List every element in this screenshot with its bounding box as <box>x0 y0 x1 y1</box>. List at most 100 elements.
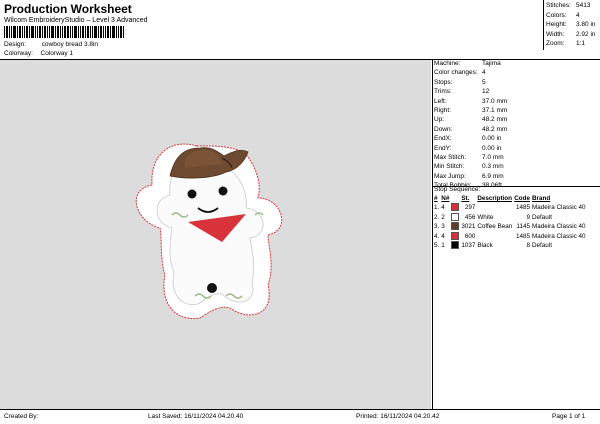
footer-rule <box>0 409 600 410</box>
stat-row: Colors: 4 <box>544 11 600 21</box>
color-swatch <box>451 241 461 251</box>
stop-needle: 4 <box>441 232 445 240</box>
col-description: Description <box>477 195 512 202</box>
colorway-row: Colorway: Colorway 1 <box>4 50 73 57</box>
machine-info-row: Trims: 12 <box>434 87 600 96</box>
stop-description <box>477 203 514 213</box>
machine-info-label: EndY: <box>434 144 452 152</box>
stat-value: 3.80 in <box>576 21 596 28</box>
barcode-bar <box>13 26 16 38</box>
stop-needle: 3 <box>441 223 445 230</box>
stop-brand: Default <box>532 213 552 221</box>
barcode-bar <box>51 26 54 38</box>
col-brand: Brand <box>532 195 551 202</box>
stop-brand: Madeira Classic 40 <box>532 204 586 211</box>
col-code: Code <box>514 195 530 202</box>
col-needle: N# <box>441 195 450 202</box>
stop-code: 1485 <box>515 204 530 211</box>
stop-description <box>477 232 514 242</box>
machine-info-row: Down: 48.2 mm <box>434 125 600 134</box>
barcode-bar <box>62 26 63 38</box>
stop-row: 2. 2 456 White 9 Default <box>434 212 588 223</box>
machine-info-value: 0.00 in <box>482 144 502 152</box>
machine-info-value: 6.9 mm <box>482 172 504 180</box>
col-stitches: St. <box>461 195 470 202</box>
stop-sequence-heading: Stop Sequence: <box>434 186 481 193</box>
barcode-bar <box>57 26 59 38</box>
stop-sequence-header: # N# St. Description Code Brand <box>434 194 588 203</box>
page-number: Page 1 of 1 <box>552 413 586 420</box>
stat-row: Zoom: 1:1 <box>544 39 600 49</box>
machine-info-value: 48.2 mm <box>482 116 508 124</box>
created-by: Created By: <box>4 413 39 420</box>
machine-info-value: 37.1 mm <box>482 107 508 115</box>
barcode-bar <box>80 26 81 38</box>
stop-needle: 1 <box>441 242 445 249</box>
machine-info-row: EndY: 0.00 in <box>434 144 600 153</box>
machine-info-value: 0.3 mm <box>482 163 504 171</box>
machine-info-value: 48.2 mm <box>482 125 508 133</box>
color-swatch <box>451 231 461 242</box>
stat-value: 4 <box>576 11 580 19</box>
barcode-bar <box>78 26 79 38</box>
stop-description: Black <box>477 242 493 249</box>
colorway-label: Colorway: <box>4 50 33 57</box>
stop-index: 1. <box>434 204 440 211</box>
barcode-bar <box>105 26 106 38</box>
machine-info-label: Up: <box>434 116 445 124</box>
machine-info-panel: Machine: Tajima Color changes: 4 Stops: 5 Trim… <box>434 59 600 191</box>
stop-row: 5. 1 1037 Black 8 Default <box>434 241 588 251</box>
stop-stitches: 297 <box>464 204 476 211</box>
stat-label: Width: <box>546 30 565 38</box>
barcode-bar <box>123 26 124 38</box>
machine-info-label: Max Stitch: <box>434 154 467 162</box>
machine-info-label: Min Stitch: <box>434 163 465 171</box>
barcode-bar <box>100 26 102 38</box>
software-subtitle: Wilcom EmbroideryStudio – Level 3 Advanc… <box>4 17 148 24</box>
machine-info-row: Up: 48.2 mm <box>434 115 600 124</box>
col-swatch <box>451 194 461 203</box>
barcode-bar <box>6 26 8 38</box>
stat-label: Stitches: <box>546 2 571 9</box>
stop-code: 9 <box>526 213 530 221</box>
barcode-bar <box>9 26 10 38</box>
design-name: cowboy bread 3.8in <box>41 41 99 48</box>
stop-index: 3. <box>434 223 440 230</box>
barcode-bar <box>44 26 46 38</box>
colorway-name: Colorway 1 <box>40 50 74 57</box>
stop-stitches: 1037 <box>461 242 476 249</box>
barcode-bar <box>37 26 38 38</box>
machine-info-row: Stops: 5 <box>434 78 600 87</box>
worksheet-title: Production Worksheet <box>4 2 132 16</box>
machine-info-label: Stops: <box>434 78 453 86</box>
barcode-bar <box>112 26 115 38</box>
stat-row: Width: 2.92 in <box>544 30 600 40</box>
barcode-bar <box>35 26 36 38</box>
barcode-bar <box>26 26 28 38</box>
barcode-bar <box>55 26 56 38</box>
barcode-bar <box>11 26 12 38</box>
panel-divider <box>432 59 433 409</box>
machine-info-row: Machine: Tajima <box>434 59 600 68</box>
stop-description: White <box>477 213 494 221</box>
barcode-bar <box>107 26 109 38</box>
stats-panel: Stitches: 5413 Colors: 4 Height: 3.80 in Width… <box>544 1 600 50</box>
stop-stitches: 600 <box>464 232 476 240</box>
barcode-bar <box>64 26 66 38</box>
stop-needle: 2 <box>441 213 445 221</box>
stat-label: Colors: <box>546 11 567 19</box>
machine-info-label: Down: <box>434 125 453 133</box>
col-index: # <box>434 195 438 202</box>
machine-info-row: EndX: 0.00 in <box>434 134 600 143</box>
stat-row: Stitches: 5413 <box>544 1 600 11</box>
barcode-bar <box>29 26 30 38</box>
barcode-bar <box>94 26 97 38</box>
stop-row: 4. 4 600 1485 Madeira Classic 40 <box>434 231 588 242</box>
barcode-bar <box>31 26 34 38</box>
barcode-bar <box>82 26 84 38</box>
machine-info-row: Max Stitch: 7.0 mm <box>434 153 600 162</box>
machine-info-row: Min Stitch: 0.3 mm <box>434 162 600 171</box>
stop-description: Coffee Bean <box>477 223 513 230</box>
barcode-bar <box>17 26 18 38</box>
barcode-bar <box>87 26 89 38</box>
